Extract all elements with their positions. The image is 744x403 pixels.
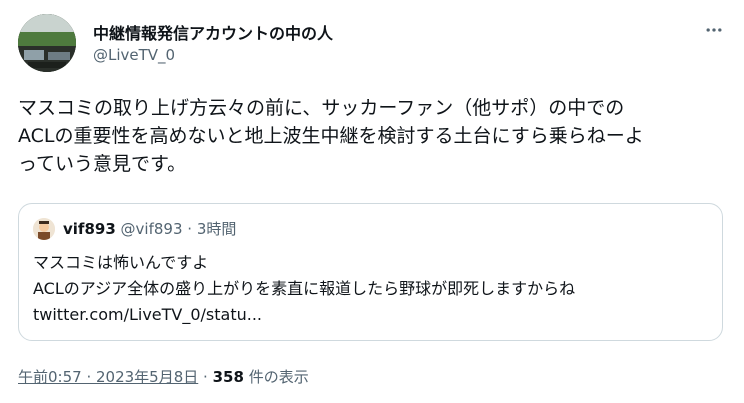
more-horizontal-icon (706, 28, 722, 32)
tweet-text: マスコミの取り上げ方云々の前に、サッカーファン（他サポ）の中での ACLの重要性… (18, 97, 644, 175)
more-button[interactable] (702, 18, 726, 42)
quoted-author-avatar (33, 218, 55, 240)
views-label: 件の表示 (248, 368, 309, 386)
meta-separator: · (203, 368, 208, 386)
quoted-tweet-header: vif893 @vif893 · 3時間 (63, 219, 236, 239)
author-display-name[interactable]: 中継情報発信アカウントの中の人 (93, 20, 333, 44)
timestamp-link[interactable]: 午前0:57 · 2023年5月8日 (18, 368, 198, 386)
quoted-line: マスコミは怖いんですよ (33, 253, 209, 272)
quoted-separator: · (187, 220, 193, 238)
quoted-author-handle: @vif893 (120, 220, 183, 238)
views-count: 358 (212, 368, 244, 386)
tweet-meta: 午前0:57 · 2023年5月8日 · 358 件の表示 (18, 366, 309, 387)
author-handle[interactable]: @LiveTV_0 (93, 46, 175, 64)
quoted-time: 3時間 (196, 220, 237, 238)
quoted-link[interactable]: twitter.com/LiveTV_0/statu... (33, 302, 713, 328)
quoted-tweet-body: マスコミは怖いんですよ ACLのアジア全体の盛り上がりを素直に報道したら野球が即… (33, 250, 713, 328)
quoted-line: ACLのアジア全体の盛り上がりを素直に報道したら野球が即死しますからね (33, 279, 576, 298)
quoted-tweet-card[interactable]: vif893 @vif893 · 3時間 マスコミは怖いんですよ ACLのアジア… (18, 203, 723, 341)
author-avatar[interactable] (18, 14, 76, 72)
quoted-author-name: vif893 (63, 220, 116, 238)
